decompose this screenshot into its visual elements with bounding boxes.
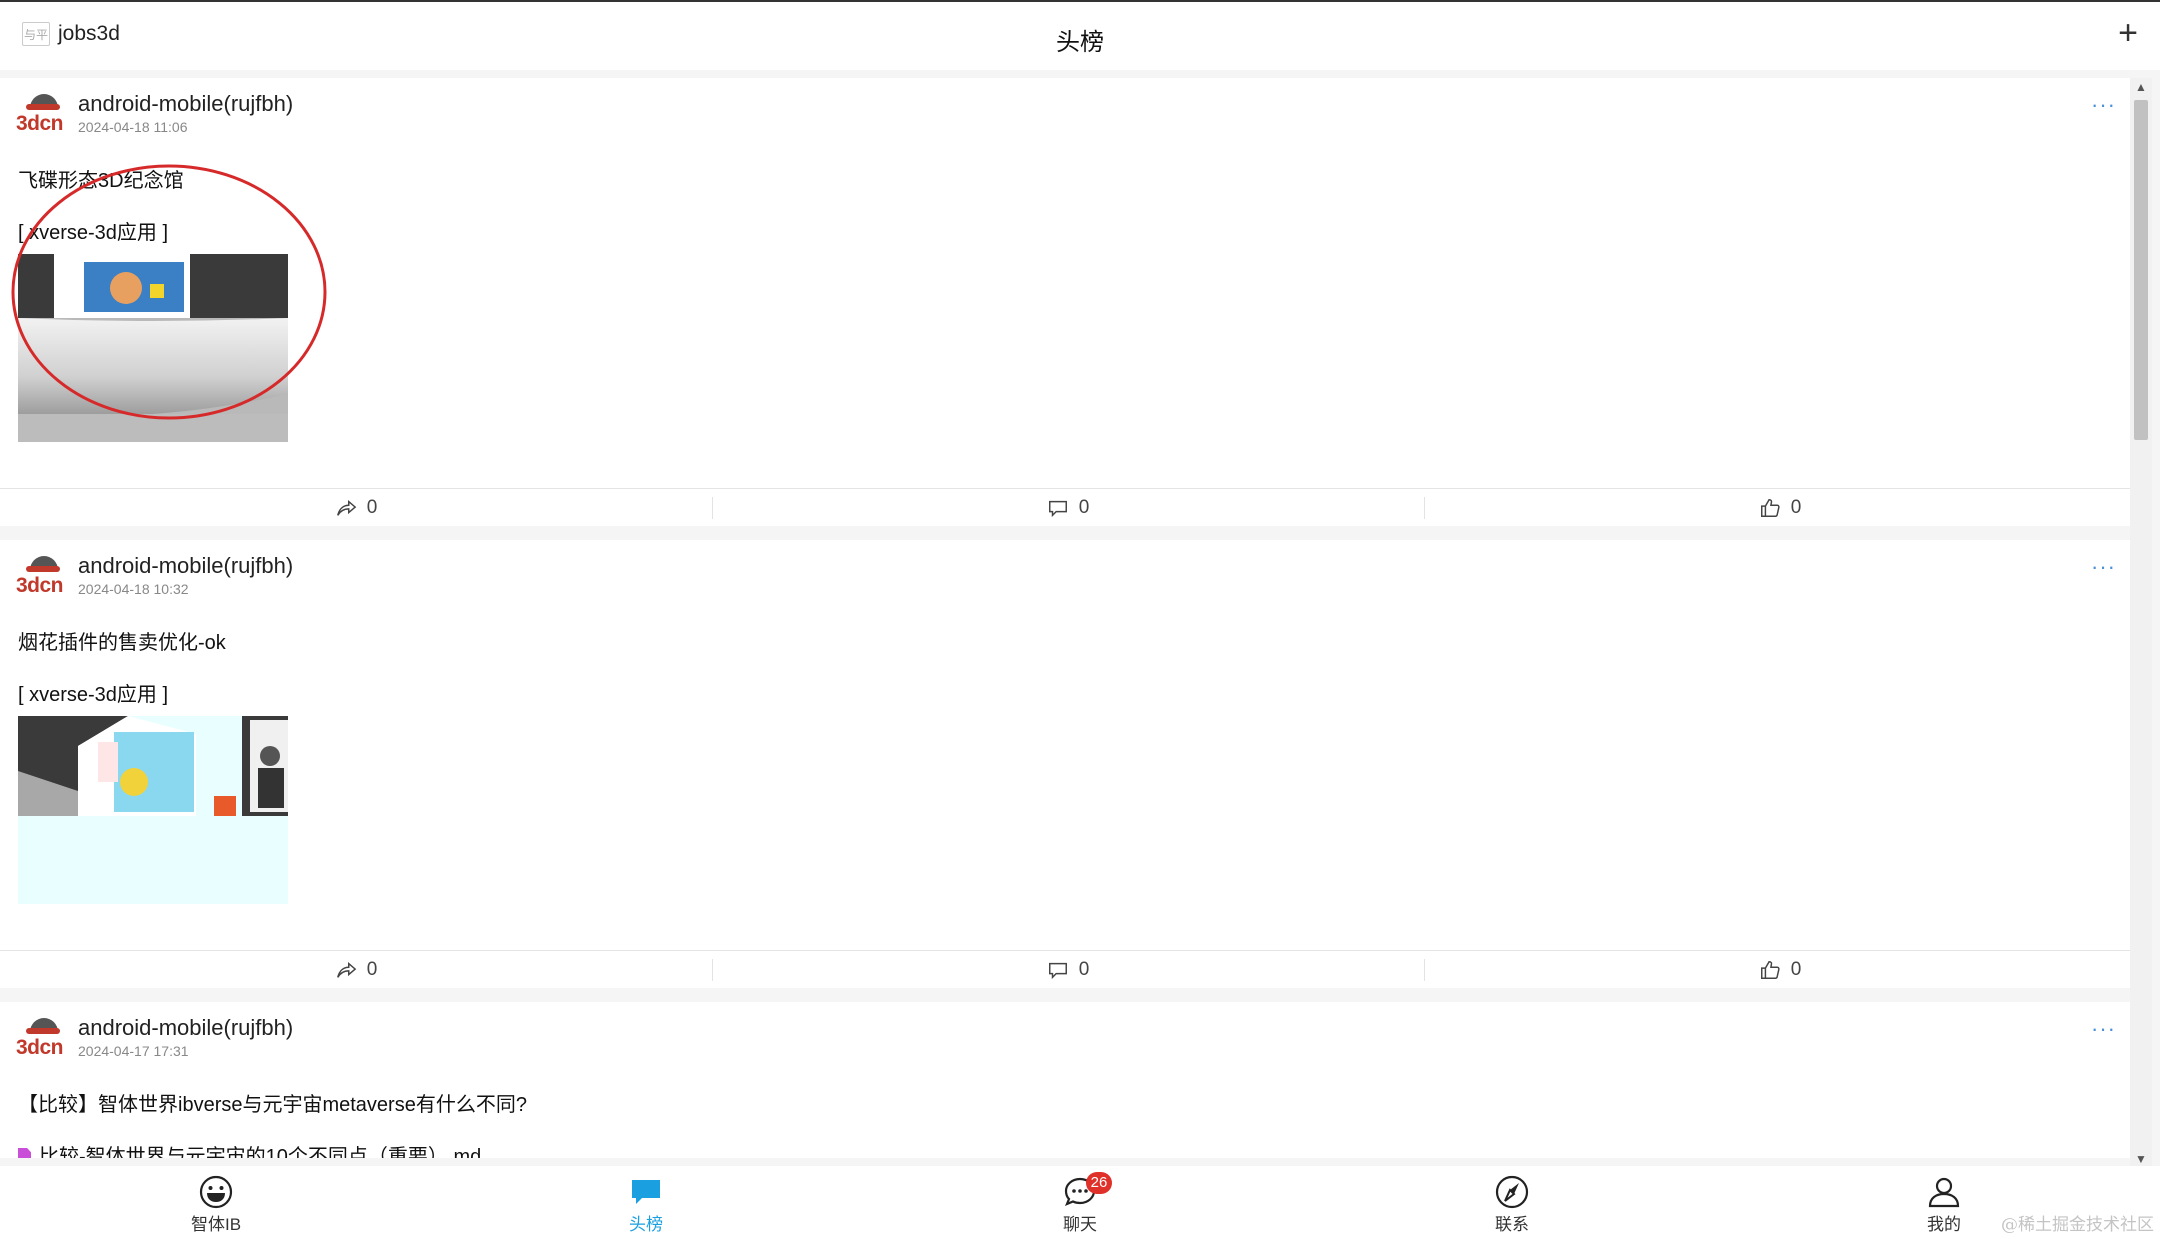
more-options-button[interactable]: ··· xyxy=(2091,554,2116,580)
post-time: 2024-04-18 11:06 xyxy=(78,119,188,135)
nav-item-contact[interactable]: 联系 xyxy=(1442,1174,1582,1235)
post-header: 3dcn android-mobile(rujfbh) 2024-04-17 1… xyxy=(16,1014,293,1064)
nav-label: 智体IB xyxy=(190,1215,242,1234)
file-name: 比较-智体世界与元宇宙的10个不同点（重要）.md xyxy=(39,1146,482,1158)
thumbs-up-icon xyxy=(1760,960,1780,979)
file-icon xyxy=(18,1148,31,1158)
feed: 3dcn android-mobile(rujfbh) 2024-04-18 1… xyxy=(0,78,2136,1158)
nav-label: 我的 xyxy=(1927,1215,1961,1234)
post-author[interactable]: android-mobile(rujfbh) xyxy=(78,1014,293,1042)
nav-item-toubang[interactable]: 头榜 xyxy=(576,1174,716,1235)
avatar[interactable]: 3dcn xyxy=(16,1014,66,1062)
page-title: 头榜 xyxy=(1056,29,1104,56)
post-card: 3dcn android-mobile(rujfbh) 2024-04-17 1… xyxy=(0,1002,2136,1158)
thumbnail-3d-scene-icon xyxy=(18,716,288,904)
nav-label: 联系 xyxy=(1495,1215,1529,1234)
feed-scrollbar[interactable]: ▲ ▼ xyxy=(2130,78,2152,1168)
avatar-text: 3dcn xyxy=(16,574,64,597)
comment-count: 0 xyxy=(1078,496,1090,518)
post-author[interactable]: android-mobile(rujfbh) xyxy=(78,552,293,580)
avatar-stripe-icon xyxy=(26,1028,60,1034)
post-card: 3dcn android-mobile(rujfbh) 2024-04-18 1… xyxy=(0,540,2136,988)
share-button[interactable]: 0 xyxy=(0,951,712,988)
annotation-circle-icon xyxy=(11,164,327,420)
share-icon xyxy=(336,499,356,516)
comment-button[interactable]: 0 xyxy=(712,951,1424,988)
comment-icon xyxy=(1048,962,1067,979)
post-file-link[interactable]: 比较-智体世界与元宇宙的10个不同点（重要）.md xyxy=(18,1140,481,1158)
more-options-button[interactable]: ··· xyxy=(2091,1016,2116,1042)
nav-item-chat[interactable]: 26 聊天 xyxy=(1010,1172,1150,1235)
scrollbar-thumb[interactable] xyxy=(2134,100,2148,440)
unread-badge: 26 xyxy=(1086,1172,1112,1194)
comment-button[interactable]: 0 xyxy=(712,489,1424,526)
share-icon xyxy=(336,961,356,978)
top-bar: 与平 jobs3d 头榜 + xyxy=(0,0,2160,70)
post-actions: 0 0 0 xyxy=(0,950,2136,988)
post-actions: 0 0 0 xyxy=(0,488,2136,526)
avatar-text: 3dcn xyxy=(16,112,64,135)
nav-label: 头榜 xyxy=(629,1215,663,1234)
share-button[interactable]: 0 xyxy=(0,489,712,526)
post-time: 2024-04-17 17:31 xyxy=(78,1043,189,1059)
watermark: @稀土掘金技术社区 xyxy=(2001,1215,2154,1235)
scroll-up-icon[interactable]: ▲ xyxy=(2130,78,2152,96)
post-header: 3dcn android-mobile(rujfbh) 2024-04-18 1… xyxy=(16,90,293,140)
share-count: 0 xyxy=(366,958,378,980)
avatar[interactable]: 3dcn xyxy=(16,552,66,600)
post-content[interactable]: 【比较】智体世界ibverse与元宇宙metaverse有什么不同? xyxy=(18,1088,527,1117)
comment-icon xyxy=(1048,500,1067,517)
avatar-stripe-icon xyxy=(26,566,60,572)
nav-item-profile[interactable]: 我的 xyxy=(1874,1174,2014,1235)
user-icon xyxy=(1928,1177,1960,1208)
share-count: 0 xyxy=(366,496,378,518)
bottom-nav: 智体IB 头榜 26 聊天 联系 我的 xyxy=(0,1166,2160,1239)
nav-label: 聊天 xyxy=(1063,1215,1097,1234)
post-tag[interactable]: [ xverse-3d应用 ] xyxy=(18,678,168,707)
like-count: 0 xyxy=(1790,958,1802,980)
post-card: 3dcn android-mobile(rujfbh) 2024-04-18 1… xyxy=(0,78,2136,526)
more-options-button[interactable]: ··· xyxy=(2091,92,2116,118)
post-author[interactable]: android-mobile(rujfbh) xyxy=(78,90,293,118)
smiley-icon xyxy=(199,1175,233,1209)
add-button[interactable]: + xyxy=(2118,16,2138,50)
comment-count: 0 xyxy=(1078,958,1090,980)
like-count: 0 xyxy=(1790,496,1802,518)
avatar[interactable]: 3dcn xyxy=(16,90,66,138)
post-time: 2024-04-18 10:32 xyxy=(78,581,189,597)
compass-icon xyxy=(1495,1175,1529,1209)
avatar-text: 3dcn xyxy=(16,1036,64,1059)
post-thumbnail[interactable] xyxy=(18,716,288,904)
nav-item-zhiti-ib[interactable]: 智体IB xyxy=(146,1174,286,1235)
post-content[interactable]: 烟花插件的售卖优化-ok xyxy=(18,626,226,655)
chat-bubble-icon xyxy=(632,1180,660,1204)
like-button[interactable]: 0 xyxy=(1424,951,2136,988)
post-header: 3dcn android-mobile(rujfbh) 2024-04-18 1… xyxy=(16,552,293,602)
avatar-stripe-icon xyxy=(26,104,60,110)
thumbs-up-icon xyxy=(1760,498,1780,517)
like-button[interactable]: 0 xyxy=(1424,489,2136,526)
